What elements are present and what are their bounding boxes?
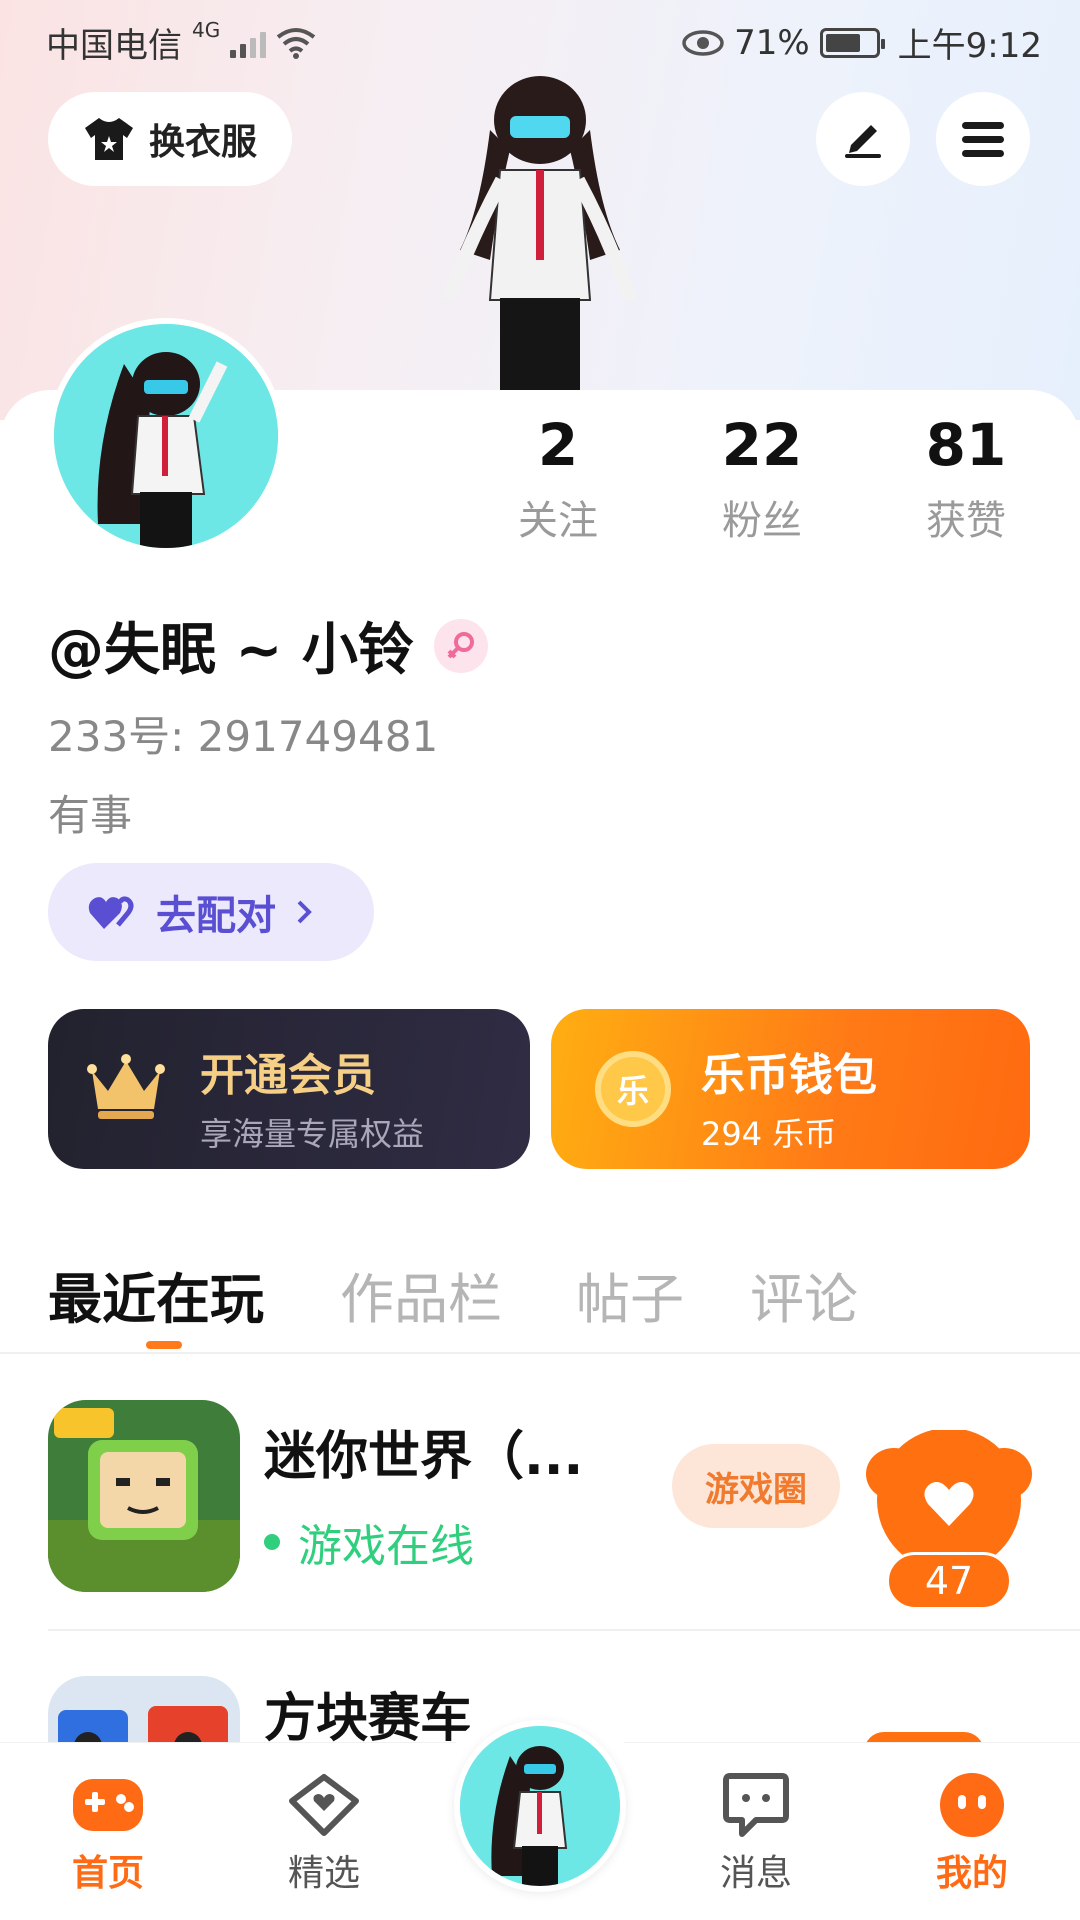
game-online-status: 游戏在线 [264,1510,474,1574]
edit-profile-button[interactable] [816,92,910,186]
wallet-title: 乐币钱包 [701,1050,877,1101]
vip-title: 开通会员 [200,1050,376,1101]
change-outfit-button[interactable]: 换衣服 [48,92,292,186]
stat-label: 关注 [518,498,598,544]
nav-featured[interactable]: 精选 [254,1770,394,1896]
pen-icon [845,125,881,158]
nav-messages-label: 消息 [719,1853,792,1894]
stat-following[interactable]: 2 关注 [468,410,648,546]
game-icon [48,1400,240,1592]
online-dot [264,1534,280,1550]
female-icon [433,618,488,673]
game-icon [48,1676,240,1746]
tab-works[interactable]: 作品栏 [340,1255,502,1334]
nav-me[interactable]: 我的 [902,1770,1042,1896]
avatar-image [54,324,278,548]
game-name: 迷你世界（... [264,1427,584,1487]
tshirt-icon [84,118,133,160]
heart-chat-icon [289,1774,359,1836]
like-count: 47 [886,1552,1012,1610]
crown-icon [87,1054,165,1119]
tabs-divider [0,1352,1080,1354]
face-icon [940,1773,1004,1837]
game-status-label: 游戏在线 [298,1521,474,1572]
wallet-card[interactable]: 乐 乐币钱包 294 乐币 [551,1009,1030,1169]
avatar-3d-figure[interactable] [430,70,650,390]
game-circle-button[interactable]: 游戏圈 [672,1444,840,1528]
coin-icon: 乐 [595,1051,671,1127]
battery-icon [819,27,885,58]
eye-icon [682,29,724,56]
network-label: 4G [192,18,221,42]
menu-button[interactable] [936,92,1030,186]
stat-value: 22 [721,411,803,479]
game-name: 方块赛车 [264,1689,473,1746]
vip-subtitle: 享海量专属权益 [200,1115,425,1153]
avatar-image [460,1726,620,1886]
stat-followers[interactable]: 22 粉丝 [672,410,852,546]
profile-avatar[interactable] [48,318,284,554]
clock: 上午9:12 [897,26,1042,66]
stat-label: 获赞 [926,498,1006,544]
tab-comments[interactable]: 评论 [750,1255,858,1334]
wallet-balance: 294 乐币 [701,1115,837,1153]
message-icon [723,1773,789,1837]
status-bar: 中国电信 4G 71% 上午9:12 [0,0,1080,76]
wifi-icon [277,27,316,59]
stat-label: 粉丝 [722,498,802,544]
list-item[interactable]: 迷你世界（... 游戏在线 游戏圈 47 [48,1400,1032,1610]
nav-messages[interactable]: 消息 [686,1770,826,1896]
like-button[interactable]: 47 [864,1428,1034,1610]
profile-tabs: 最近在玩 作品栏 帖子 评论 [0,1255,1080,1355]
user-id: 233号: 291749481 [48,712,439,761]
double-heart-icon [88,896,134,929]
chevron-right-icon [297,900,312,924]
stat-value: 2 [537,411,579,479]
signal-icon [230,28,267,58]
tab-recently-played[interactable]: 最近在玩 [48,1255,264,1334]
nav-avatar-button[interactable] [454,1720,626,1892]
row-divider [48,1629,1080,1631]
tab-posts[interactable]: 帖子 [576,1255,684,1334]
go-match-button[interactable]: 去配对 [48,863,374,961]
nav-me-label: 我的 [935,1853,1008,1894]
vip-membership-card[interactable]: 开通会员 享海量专属权益 [48,1009,530,1169]
stat-value: 81 [925,411,1007,479]
go-match-label: 去配对 [156,893,276,939]
nav-featured-label: 精选 [287,1853,360,1894]
battery-percent: 71% [734,22,810,63]
menu-icon [962,122,1004,157]
carrier-label: 中国电信 [46,26,182,66]
tab-active-indicator [146,1341,182,1349]
nav-home[interactable]: 首页 [38,1770,178,1896]
user-bio: 有事 [48,791,133,840]
username: @失眠 ~ 小铃 [48,618,414,683]
change-outfit-label: 换衣服 [148,122,257,163]
gamepad-icon [73,1779,143,1831]
stat-likes[interactable]: 81 获赞 [876,410,1056,546]
username-row: @失眠 ~ 小铃 [48,605,488,686]
nav-home-label: 首页 [71,1853,144,1894]
